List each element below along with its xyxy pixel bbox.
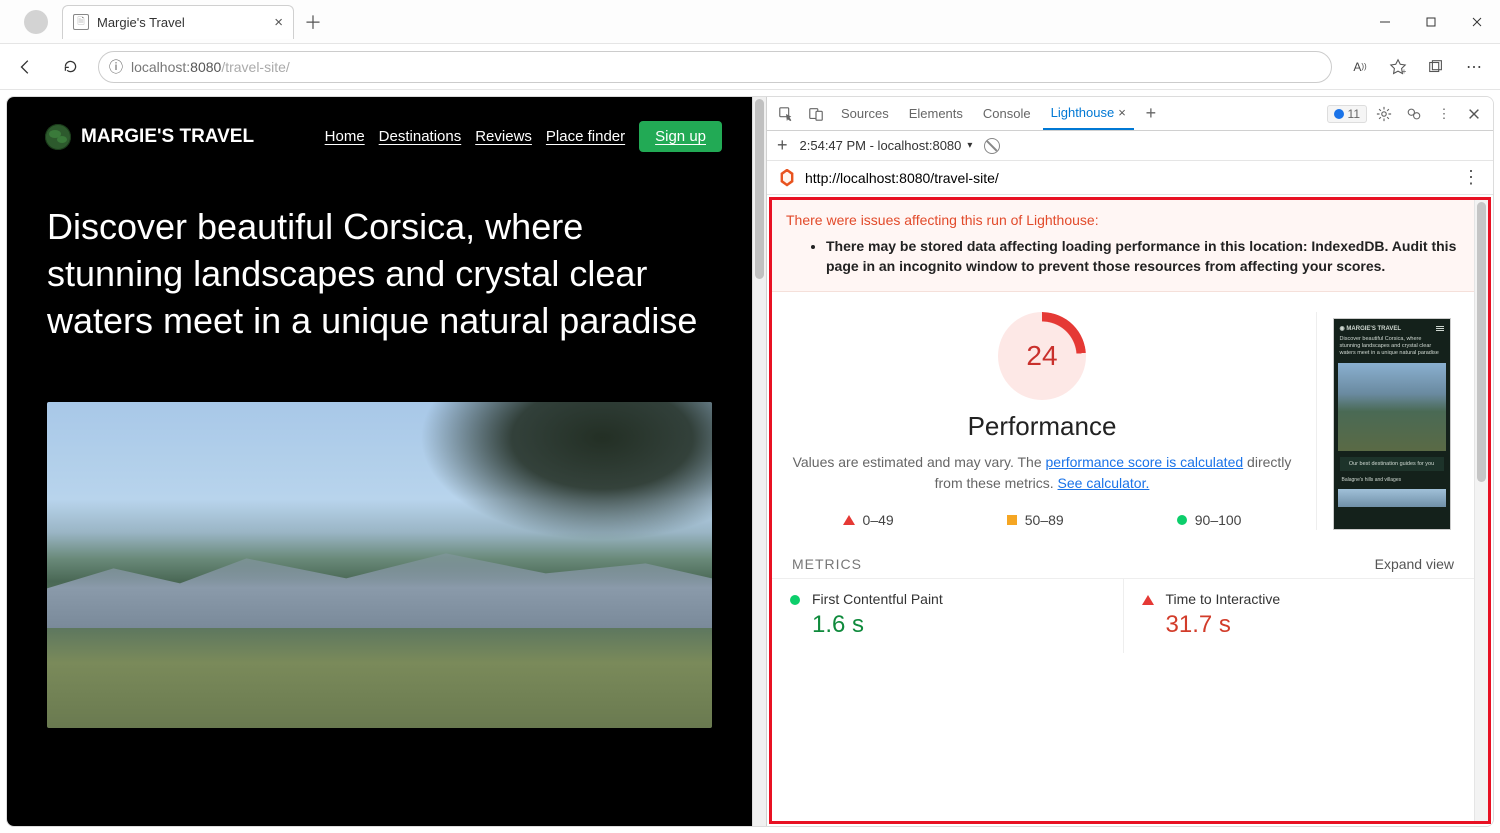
tab-strip: 🗎 Margie's Travel × ＋ — [0, 5, 322, 39]
site-info-icon[interactable]: ⓘ — [109, 57, 123, 77]
report-picker[interactable]: 2:54:47 PM - localhost:8080 — [800, 138, 973, 153]
content-area: MARGIE'S TRAVEL Home Destinations Review… — [6, 96, 1494, 827]
metrics-header: METRICS Expand view — [772, 538, 1474, 578]
tab-sources[interactable]: Sources — [833, 98, 897, 130]
nav-place-finder[interactable]: Place finder — [546, 128, 625, 145]
report-scrollbar[interactable] — [1474, 200, 1488, 821]
lighthouse-icon — [779, 169, 795, 187]
nav-destinations[interactable]: Destinations — [379, 128, 462, 145]
close-window-button[interactable] — [1454, 0, 1500, 44]
page-icon: 🗎 — [73, 14, 89, 30]
metric-tti: Time to Interactive 31.7 s — [1123, 579, 1475, 653]
clear-reports-icon[interactable] — [984, 138, 1000, 154]
read-aloud-button[interactable]: A)) — [1344, 51, 1376, 83]
settings-icon[interactable] — [1371, 101, 1397, 127]
devtools-menu-icon[interactable]: ⋮ — [1431, 101, 1457, 127]
scrollbar-thumb[interactable] — [1477, 202, 1486, 482]
more-menu-button[interactable]: ⋯ — [1458, 51, 1490, 83]
site-brand[interactable]: MARGIE'S TRAVEL — [45, 124, 254, 150]
address-bar[interactable]: ⓘ localhost:8080/travel-site/ — [98, 51, 1332, 83]
new-report-button[interactable]: + — [777, 135, 788, 156]
calc-link-1[interactable]: performance score is calculated — [1046, 454, 1244, 470]
url-text: localhost:8080/travel-site/ — [131, 59, 290, 75]
globe-icon — [45, 124, 71, 150]
profile-avatar[interactable] — [24, 10, 48, 34]
audited-url-row: http://localhost:8080/travel-site/ ⋮ — [767, 161, 1493, 195]
report-menu-icon[interactable]: ⋮ — [1462, 167, 1481, 188]
warning-banner: There were issues affecting this run of … — [772, 200, 1474, 292]
page-header: MARGIE'S TRAVEL Home Destinations Review… — [7, 97, 752, 164]
devtools-tab-bar: Sources Elements Console Lighthouse× + 1… — [767, 97, 1493, 131]
inspect-element-icon[interactable] — [773, 101, 799, 127]
triangle-icon — [1142, 595, 1154, 605]
tab-lighthouse[interactable]: Lighthouse× — [1043, 98, 1134, 130]
score-legend: 0–49 50–89 90–100 — [786, 512, 1298, 528]
browser-titlebar: 🗎 Margie's Travel × ＋ — [0, 0, 1500, 44]
scrollbar-thumb[interactable] — [755, 99, 764, 279]
hero-heading: Discover beautiful Corsica, where stunni… — [7, 164, 752, 354]
maximize-button[interactable] — [1408, 0, 1454, 44]
tab-title: Margie's Travel — [97, 15, 266, 30]
performance-description: Values are estimated and may vary. The p… — [780, 452, 1304, 494]
circle-icon — [790, 595, 800, 605]
rendered-page: MARGIE'S TRAVEL Home Destinations Review… — [7, 97, 752, 826]
performance-score: 24 — [998, 312, 1086, 400]
warning-item: There may be stored data affecting loadi… — [826, 236, 1460, 277]
lighthouse-report: There were issues affecting this run of … — [769, 197, 1491, 824]
nav-home[interactable]: Home — [325, 128, 365, 145]
triangle-icon — [843, 515, 855, 525]
browser-tab[interactable]: 🗎 Margie's Travel × — [62, 5, 294, 39]
page-scrollbar[interactable] — [752, 97, 766, 826]
signup-button[interactable]: Sign up — [639, 121, 722, 152]
page-thumbnail: ◉ MARGIE'S TRAVEL Discover beautiful Cor… — [1333, 318, 1451, 530]
circle-icon — [1177, 515, 1187, 525]
brand-text: MARGIE'S TRAVEL — [81, 126, 254, 148]
new-tab-button[interactable]: ＋ — [304, 9, 322, 35]
issues-badge[interactable]: 11 — [1327, 105, 1367, 123]
refresh-button[interactable] — [54, 51, 86, 83]
back-button[interactable] — [10, 51, 42, 83]
burger-icon — [1436, 326, 1444, 331]
tab-close-icon[interactable]: × — [274, 14, 283, 31]
warning-heading: There were issues affecting this run of … — [786, 212, 1460, 228]
info-dot-icon — [1334, 109, 1344, 119]
minimize-button[interactable] — [1362, 0, 1408, 44]
devtools-close-icon[interactable] — [1461, 101, 1487, 127]
metrics-row: First Contentful Paint 1.6 s Time to Int… — [772, 578, 1474, 653]
devtools-experiments-icon[interactable] — [1401, 101, 1427, 127]
site-nav: Home Destinations Reviews Place finder S… — [325, 121, 722, 152]
nav-reviews[interactable]: Reviews — [475, 128, 532, 145]
performance-title: Performance — [780, 411, 1304, 442]
tab-console[interactable]: Console — [975, 98, 1039, 130]
collections-button[interactable] — [1420, 51, 1452, 83]
performance-gauge: 24 — [998, 312, 1086, 400]
device-toolbar-icon[interactable] — [803, 101, 829, 127]
audited-url: http://localhost:8080/travel-site/ — [805, 170, 999, 186]
more-tabs-button[interactable]: + — [1138, 101, 1164, 127]
expand-view-button[interactable]: Expand view — [1375, 556, 1454, 572]
close-tab-icon[interactable]: × — [1118, 105, 1126, 120]
calc-link-2[interactable]: See calculator. — [1058, 475, 1150, 491]
favorites-button[interactable]: + — [1382, 51, 1414, 83]
metric-fcp: First Contentful Paint 1.6 s — [772, 579, 1123, 653]
browser-toolbar: ⓘ localhost:8080/travel-site/ A)) + ⋯ — [0, 44, 1500, 90]
tab-elements[interactable]: Elements — [901, 98, 971, 130]
hero-image — [47, 402, 712, 728]
svg-text:+: + — [1402, 67, 1407, 76]
window-controls — [1362, 0, 1500, 44]
lighthouse-toolbar: + 2:54:47 PM - localhost:8080 — [767, 131, 1493, 161]
square-icon — [1007, 515, 1017, 525]
devtools-panel: Sources Elements Console Lighthouse× + 1… — [766, 97, 1493, 826]
